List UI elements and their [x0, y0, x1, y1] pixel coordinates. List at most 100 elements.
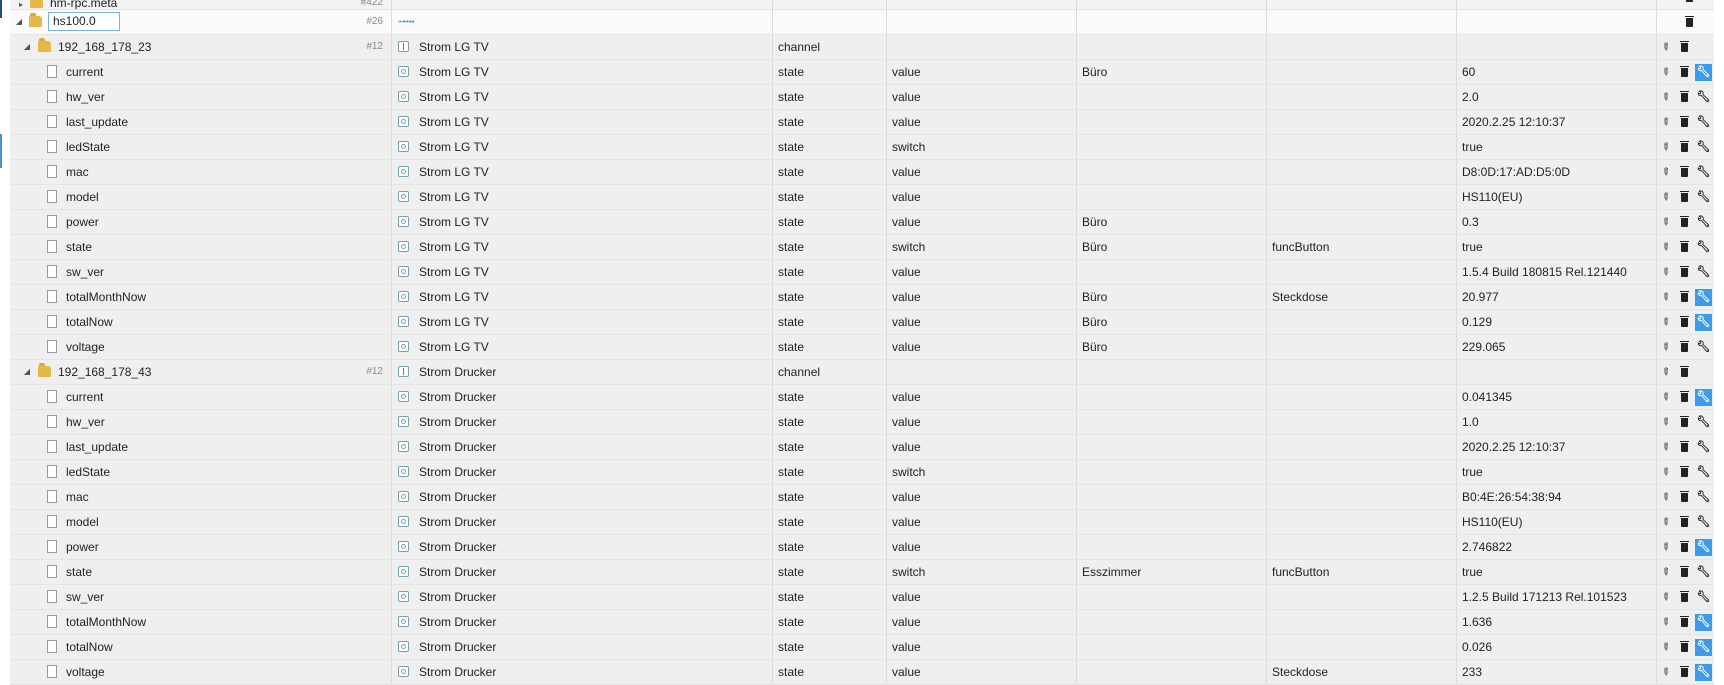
table-row-state[interactable]: totalMonthNow Strom LG TV state value Bü… [10, 285, 1714, 310]
room-cell[interactable] [1077, 485, 1267, 509]
caret-down-icon[interactable]: ◢ [22, 360, 32, 384]
delete-button[interactable] [1676, 539, 1693, 556]
room-cell[interactable] [1077, 160, 1267, 184]
edit-button[interactable]: ✎ [1657, 589, 1674, 606]
edit-button[interactable]: ✎ [1657, 664, 1674, 681]
wrench-icon[interactable]: 🔧︎ [1695, 114, 1712, 131]
delete-button[interactable] [1676, 114, 1693, 131]
function-cell[interactable] [1267, 335, 1457, 359]
room-cell[interactable]: Esszimmer [1077, 560, 1267, 584]
table-row-state[interactable]: model Strom Drucker state value HS110(EU… [10, 510, 1714, 535]
rename-input[interactable]: hs100.0 [48, 12, 120, 31]
value-cell[interactable]: 20.977 [1457, 285, 1657, 309]
room-cell[interactable] [1077, 460, 1267, 484]
function-cell[interactable] [1267, 60, 1457, 84]
edit-button[interactable]: ✎ [1657, 189, 1674, 206]
value-cell[interactable]: 229.065 [1457, 335, 1657, 359]
edit-button[interactable]: ✎ [1657, 289, 1674, 306]
function-cell[interactable] [1267, 135, 1457, 159]
function-cell[interactable] [1267, 160, 1457, 184]
room-cell[interactable] [1077, 85, 1267, 109]
table-row-root[interactable]: ◢ hs100.0 #26 ⊶▪▪▪ [10, 10, 1714, 35]
edit-button[interactable]: ✎ [1657, 339, 1674, 356]
wrench-icon[interactable]: 🔧︎ [1695, 264, 1712, 281]
edit-button[interactable]: ✎ [1657, 414, 1674, 431]
edit-button[interactable]: ✎ [1657, 539, 1674, 556]
wrench-icon[interactable]: 🔧︎ [1695, 614, 1712, 631]
value-cell[interactable]: HS110(EU) [1457, 510, 1657, 534]
room-cell[interactable] [1077, 535, 1267, 559]
function-cell[interactable]: Steckdose [1267, 285, 1457, 309]
function-cell[interactable]: funcButton [1267, 235, 1457, 259]
edit-button[interactable]: ✎ [1657, 164, 1674, 181]
value-cell[interactable]: 0.041345 [1457, 385, 1657, 409]
wrench-icon[interactable]: 🔧︎ [1695, 539, 1712, 556]
function-cell[interactable] [1267, 535, 1457, 559]
edit-button[interactable]: ✎ [1657, 639, 1674, 656]
delete-button[interactable] [1681, 14, 1698, 31]
wrench-icon[interactable]: 🔧︎ [1695, 164, 1712, 181]
value-cell[interactable]: 2.0 [1457, 85, 1657, 109]
room-cell[interactable] [1077, 585, 1267, 609]
wrench-icon[interactable]: 🔧︎ [1695, 239, 1712, 256]
edit-button[interactable]: ✎ [1657, 239, 1674, 256]
caret-right-icon[interactable]: ▸ [16, 0, 26, 9]
function-cell[interactable] [1267, 210, 1457, 234]
function-cell[interactable] [1267, 435, 1457, 459]
table-row[interactable]: ▸ hm-rpc.meta #422 [10, 0, 1714, 10]
wrench-icon[interactable]: 🔧︎ [1695, 639, 1712, 656]
wrench-icon[interactable]: 🔧︎ [1695, 414, 1712, 431]
function-cell[interactable] [1267, 635, 1457, 659]
edit-button[interactable]: ✎ [1657, 114, 1674, 131]
wrench-icon[interactable]: 🔧︎ [1695, 139, 1712, 156]
delete-button[interactable] [1676, 614, 1693, 631]
room-cell[interactable]: Büro [1077, 60, 1267, 84]
room-cell[interactable]: Büro [1077, 310, 1267, 334]
function-cell[interactable] [1267, 110, 1457, 134]
delete-button[interactable] [1676, 339, 1693, 356]
delete-button[interactable] [1676, 264, 1693, 281]
edit-button[interactable]: ✎ [1657, 139, 1674, 156]
value-cell[interactable]: 1.0 [1457, 410, 1657, 434]
wrench-icon[interactable]: 🔧︎ [1695, 664, 1712, 681]
edit-button[interactable]: ✎ [1657, 439, 1674, 456]
function-cell[interactable] [1267, 385, 1457, 409]
wrench-icon[interactable]: 🔧︎ [1695, 464, 1712, 481]
delete-button[interactable] [1676, 414, 1693, 431]
value-cell[interactable]: true [1457, 135, 1657, 159]
delete-button[interactable] [1676, 489, 1693, 506]
room-cell[interactable]: Büro [1077, 235, 1267, 259]
room-cell[interactable]: Büro [1077, 285, 1267, 309]
caret-down-icon[interactable]: ◢ [22, 35, 32, 59]
edit-button[interactable]: ✎ [1657, 64, 1674, 81]
table-row-state[interactable]: totalMonthNow Strom Drucker state value … [10, 610, 1714, 635]
room-cell[interactable] [1077, 385, 1267, 409]
delete-button[interactable] [1681, 0, 1698, 6]
value-cell[interactable]: true [1457, 235, 1657, 259]
delete-button[interactable] [1676, 289, 1693, 306]
delete-button[interactable] [1676, 139, 1693, 156]
delete-button[interactable] [1676, 514, 1693, 531]
wrench-icon[interactable]: 🔧︎ [1695, 314, 1712, 331]
wrench-icon[interactable]: 🔧︎ [1695, 489, 1712, 506]
value-cell[interactable]: 0.129 [1457, 310, 1657, 334]
delete-button[interactable] [1676, 314, 1693, 331]
table-row-state[interactable]: totalNow Strom Drucker state value 0.026… [10, 635, 1714, 660]
delete-button[interactable] [1676, 189, 1693, 206]
table-row-state[interactable]: ledState Strom LG TV state switch true ✎… [10, 135, 1714, 160]
table-row-state[interactable]: last_update Strom Drucker state value 20… [10, 435, 1714, 460]
wrench-icon[interactable]: 🔧︎ [1695, 214, 1712, 231]
wrench-icon[interactable]: 🔧︎ [1695, 289, 1712, 306]
delete-button[interactable] [1676, 389, 1693, 406]
delete-button[interactable] [1676, 89, 1693, 106]
value-cell[interactable]: 60 [1457, 60, 1657, 84]
room-cell[interactable] [1077, 610, 1267, 634]
room-cell[interactable]: Büro [1077, 210, 1267, 234]
edit-button[interactable]: ✎ [1657, 89, 1674, 106]
value-cell[interactable]: 2020.2.25 12:10:37 [1457, 435, 1657, 459]
edit-button[interactable]: ✎ [1657, 614, 1674, 631]
function-cell[interactable] [1267, 185, 1457, 209]
value-cell[interactable]: D8:0D:17:AD:D5:0D [1457, 160, 1657, 184]
value-cell[interactable]: true [1457, 460, 1657, 484]
function-cell[interactable] [1267, 610, 1457, 634]
